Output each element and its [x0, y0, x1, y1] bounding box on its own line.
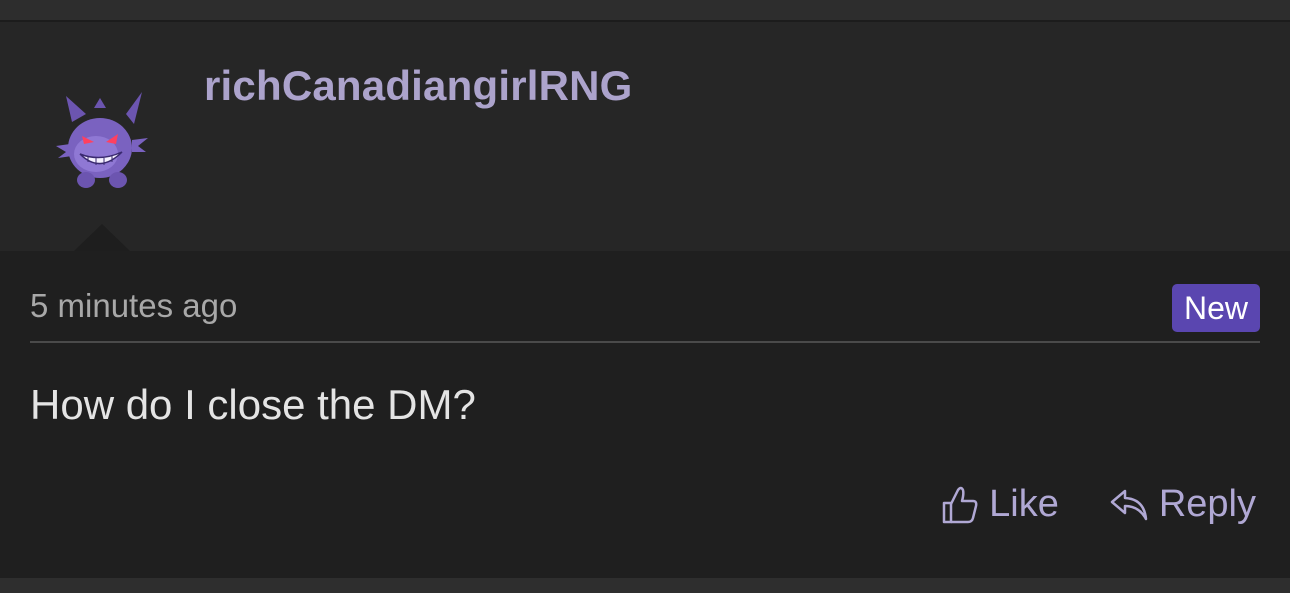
reply-button[interactable]: Reply [1109, 483, 1256, 526]
top-divider [0, 0, 1290, 22]
new-badge: New [1171, 284, 1260, 332]
username[interactable]: richCanadiangirlRNG [204, 62, 633, 110]
speech-caret [74, 224, 130, 251]
gengar-avatar-icon [56, 92, 148, 188]
avatar[interactable] [52, 88, 152, 198]
thumbs-up-icon [942, 486, 978, 523]
comment-header: richCanadiangirlRNG [0, 22, 1290, 251]
comment-actions: Like Reply [941, 483, 1256, 526]
like-button[interactable]: Like [941, 483, 1059, 526]
bottom-divider [0, 578, 1290, 593]
reply-label: Reply [1158, 483, 1256, 525]
comment-body: 5 minutes ago New How do I close the DM?… [0, 251, 1290, 578]
comment-message: How do I close the DM? [30, 381, 476, 428]
reply-arrow-icon [1110, 489, 1148, 520]
timestamp: 5 minutes ago [30, 287, 238, 324]
like-label: Like [989, 483, 1059, 525]
comment-page: richCanadiangirlRNG 5 minutes ago New Ho… [0, 0, 1290, 593]
divider [30, 341, 1260, 343]
